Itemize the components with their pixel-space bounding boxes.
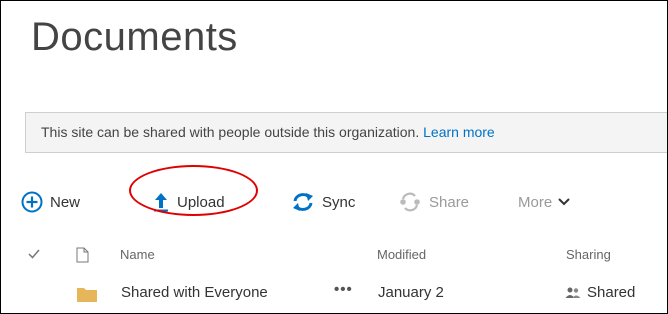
- item-name-link[interactable]: Shared with Everyone: [121, 284, 268, 301]
- plus-circle-icon: [21, 191, 43, 213]
- people-icon: [565, 287, 581, 299]
- document-icon: [76, 247, 89, 266]
- learn-more-link[interactable]: Learn more: [423, 124, 495, 140]
- more-label: More: [518, 193, 553, 211]
- sync-icon: [292, 192, 314, 212]
- list-header: Name Modified Sharing: [1, 241, 667, 267]
- upload-label: Upload: [177, 193, 225, 211]
- item-modified: January 2: [378, 284, 444, 301]
- check-icon[interactable]: [28, 247, 40, 262]
- more-button[interactable]: More: [518, 186, 570, 218]
- chevron-down-icon: [558, 198, 570, 206]
- upload-button[interactable]: Upload: [153, 186, 225, 218]
- sync-button[interactable]: Sync: [292, 186, 355, 218]
- item-sharing-label: Shared: [587, 284, 636, 301]
- item-sharing: Shared: [565, 284, 635, 301]
- sync-label: Sync: [322, 193, 356, 211]
- banner-text: This site can be shared with people outs…: [41, 124, 495, 140]
- item-actions-button[interactable]: •••: [334, 281, 353, 298]
- external-sharing-banner: This site can be shared with people outs…: [25, 112, 667, 153]
- documents-library: Documents This site can be shared with p…: [0, 0, 668, 314]
- column-header-modified[interactable]: Modified: [377, 247, 426, 262]
- new-button[interactable]: New: [21, 186, 80, 218]
- share-label: Share: [429, 193, 470, 211]
- new-label: New: [50, 193, 81, 211]
- share-button[interactable]: Share: [399, 186, 469, 218]
- page-title: Documents: [31, 15, 238, 59]
- folder-icon: [77, 286, 97, 306]
- share-icon: [399, 192, 421, 212]
- banner-message: This site can be shared with people outs…: [41, 124, 420, 140]
- column-header-name[interactable]: Name: [120, 247, 155, 262]
- command-toolbar: New Upload Sync Share More: [1, 186, 667, 218]
- upload-arrow-icon: [153, 192, 169, 212]
- list-item[interactable]: Shared with Everyone ••• January 2 Share…: [1, 280, 667, 310]
- column-header-sharing[interactable]: Sharing: [566, 247, 611, 262]
